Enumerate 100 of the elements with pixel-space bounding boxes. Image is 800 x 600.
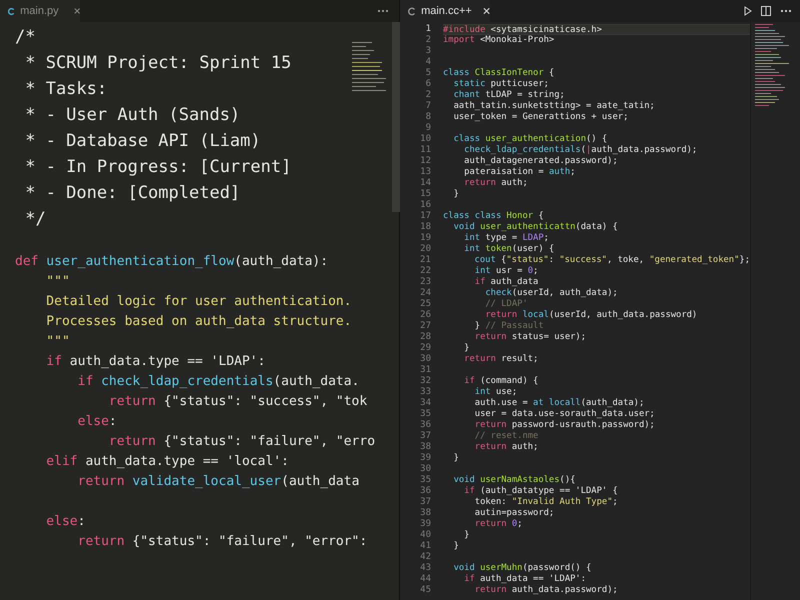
code-line: }	[463, 343, 470, 354]
code-line: int type = LDAP;	[463, 233, 550, 244]
code-line: return {"status": "failure", "erro	[108, 433, 376, 451]
line-number: 4	[424, 57, 431, 68]
line-number: 18	[419, 222, 431, 233]
line-number: 36	[419, 420, 431, 431]
line-number: 29	[419, 343, 431, 354]
code-line: }	[452, 453, 460, 464]
line-number: 3	[424, 46, 431, 57]
line-number: 7	[424, 101, 431, 112]
line-number: 26	[419, 310, 431, 321]
code-line: auth_datagenerated.password);	[463, 156, 619, 167]
line-number: 28	[419, 332, 431, 343]
code-line: return auth;	[474, 442, 540, 453]
line-number: 37	[419, 431, 431, 442]
code-line: return auth_data.password);	[474, 585, 619, 596]
line-number: 35	[419, 409, 431, 420]
line-number: 19	[419, 233, 431, 244]
scrollbar-thumb[interactable]	[392, 22, 400, 212]
line-number: 2	[424, 35, 431, 46]
line-number: 22	[419, 266, 431, 277]
code-comment: */	[24, 208, 47, 231]
code-line: import <Monokai-Proh>	[443, 35, 556, 46]
code-line: """	[45, 273, 71, 291]
line-number: 17	[419, 211, 431, 222]
line-number: 12	[419, 156, 431, 167]
code-line: return validate_local_user(auth_data	[76, 473, 360, 491]
code-line: if check_ldap_credentials(auth_data.	[76, 373, 360, 391]
code-line: aath_tatin.sunketstting> = aate_tatin;	[452, 101, 656, 112]
play-icon[interactable]	[744, 6, 752, 16]
code-line: } // Passault	[474, 321, 545, 332]
line-number: 16	[419, 200, 431, 211]
code-line: else:	[45, 513, 86, 531]
code-line: check_ldap_credentials(|auth_data.password);	[463, 145, 698, 156]
close-icon[interactable]	[482, 7, 490, 15]
line-number: 32	[419, 376, 431, 387]
code-line: class user_authentication() {	[452, 134, 608, 145]
line-number: 2	[424, 90, 431, 101]
code-line: user = data.use-sorauth_data.user;	[474, 409, 656, 420]
line-number: 40	[419, 530, 431, 541]
line-number: 37	[419, 497, 431, 508]
code-line: // reset.nme	[474, 431, 540, 442]
code-line: int token(user) {	[463, 244, 556, 255]
code-line: check(userId, auth_data);	[484, 288, 619, 299]
line-number: 27	[419, 321, 431, 332]
code-line: if auth_data.type == 'LDAP':	[45, 353, 266, 371]
close-icon[interactable]	[74, 7, 80, 15]
code-line: Detailed logic for user authentication.	[45, 293, 353, 311]
code-line: return {"status": "failure", "error":	[76, 533, 368, 551]
line-number: 21	[419, 255, 431, 266]
code-line: if (command) {	[463, 376, 540, 387]
code-line: if (auth_datatype == 'LDAP' {	[463, 486, 619, 497]
line-number: 30	[419, 354, 431, 365]
code-line: return result;	[463, 354, 540, 365]
line-number: 24	[419, 288, 431, 299]
line-number: 8	[424, 112, 431, 123]
code-line: return auth;	[463, 178, 529, 189]
line-number: 30	[419, 464, 431, 475]
code-line: static putticuser;	[452, 79, 550, 90]
code-comment: * - Database API (Liam)	[24, 130, 262, 153]
code-line: user_token = Generattions + user;	[452, 112, 630, 123]
code-line: return local(userId, auth_data.password)	[484, 310, 698, 321]
code-line: pateraisation = auth;	[463, 167, 576, 178]
editor-tab[interactable]: main.py	[0, 0, 80, 22]
code-line: // LDAP'	[484, 299, 529, 310]
code-line: }	[452, 189, 460, 200]
code-line: Processes based on auth_data structure.	[45, 313, 353, 331]
line-number: 35	[419, 475, 431, 486]
line-number: 23	[419, 277, 431, 288]
code-line: return {"status": "success", "tok	[108, 393, 368, 411]
more-icon[interactable]	[377, 9, 389, 13]
editor-tab[interactable]: main.cc++	[400, 0, 490, 22]
code-line: return password-usrauth.password);	[474, 420, 656, 431]
line-number: 41	[419, 541, 431, 552]
line-number: 42	[419, 552, 431, 563]
line-number: 34	[419, 398, 431, 409]
more-icon[interactable]	[780, 9, 792, 13]
line-number: 25	[419, 299, 431, 310]
line-number: 15	[419, 189, 431, 200]
code-comment: * - User Auth (Sands)	[24, 104, 242, 127]
line-number: 33	[419, 387, 431, 398]
code-comment: * Tasks:	[24, 78, 108, 101]
line-number: 38	[419, 508, 431, 519]
code-comment: /*	[15, 26, 36, 49]
code-line: int use;	[474, 387, 518, 398]
code-line: cout {"status": "success", toke, "generated_token"};	[474, 255, 750, 266]
line-number: 13	[419, 167, 431, 178]
code-line: """	[45, 333, 71, 351]
code-line: }	[463, 530, 470, 541]
code-line: void user_authenticattn(data) {	[452, 222, 619, 233]
line-number: 36	[419, 486, 431, 497]
line-number: 43	[419, 563, 431, 574]
line-number: 5	[424, 68, 431, 79]
code-line: auth.use = at locall(auth_data);	[474, 398, 646, 409]
code-line: token: "Invalid Auth Type";	[474, 497, 619, 508]
split-editor-icon[interactable]	[761, 6, 771, 16]
code-line: chant tLDAP = string;	[452, 90, 566, 101]
line-number: 38	[419, 442, 431, 453]
code-line: class class Honor {	[443, 211, 545, 222]
code-comment: * - Done: [Completed]	[24, 182, 242, 205]
